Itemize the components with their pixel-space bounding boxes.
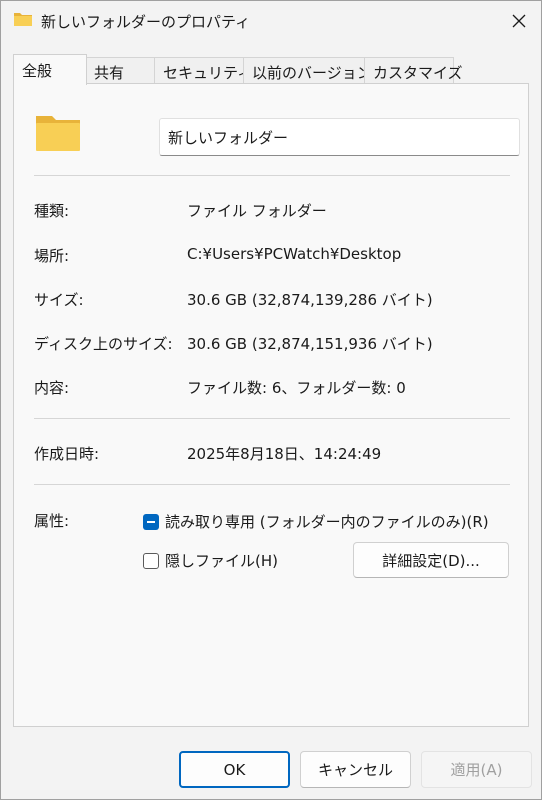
size-value: 30.6 GB (32,874,139,286 バイト) bbox=[187, 291, 433, 309]
tab-customize[interactable]: カスタマイズ bbox=[364, 57, 463, 84]
apply-button[interactable]: 適用(A) bbox=[421, 751, 532, 788]
title-bar: 新しいフォルダーのプロパティ bbox=[1, 1, 541, 43]
readonly-checkbox-label: 読み取り専用 (フォルダー内のファイルのみ)(R) bbox=[165, 513, 489, 531]
location-value: C:¥Users¥PCWatch¥Desktop bbox=[187, 245, 402, 263]
divider bbox=[34, 484, 510, 485]
type-value: ファイル フォルダー bbox=[187, 202, 327, 220]
contents-value: ファイル数: 6、フォルダー数: 0 bbox=[187, 379, 406, 397]
folder-icon bbox=[36, 116, 80, 151]
general-panel: 種類: ファイル フォルダー 場所: C:¥Users¥PCWatch¥Desk… bbox=[13, 83, 529, 727]
created-label: 作成日時: bbox=[34, 445, 100, 463]
folder-name-input[interactable] bbox=[159, 118, 520, 156]
cancel-button[interactable]: キャンセル bbox=[300, 751, 411, 788]
disk-size-value: 30.6 GB (32,874,151,936 バイト) bbox=[187, 335, 433, 353]
hidden-checkbox[interactable]: 隠しファイル(H) bbox=[143, 550, 278, 571]
type-label: 種類: bbox=[34, 202, 70, 220]
tab-security[interactable]: セキュリティ bbox=[154, 57, 252, 84]
tab-strip: 全般 共有 セキュリティ 以前のバージョン カスタマイズ bbox=[13, 54, 533, 85]
tab-previous-versions[interactable]: 以前のバージョン bbox=[243, 57, 372, 84]
divider bbox=[34, 418, 510, 419]
checkbox-indeterminate-icon[interactable] bbox=[143, 513, 159, 530]
size-label: サイズ: bbox=[34, 291, 84, 309]
folder-icon bbox=[14, 13, 32, 26]
checkbox-unchecked-icon[interactable] bbox=[143, 552, 159, 569]
close-icon bbox=[512, 14, 526, 28]
advanced-button[interactable]: 詳細設定(D)... bbox=[353, 542, 509, 578]
disk-size-label: ディスク上のサイズ: bbox=[34, 335, 173, 353]
contents-label: 内容: bbox=[34, 379, 70, 397]
attributes-label: 属性: bbox=[34, 512, 70, 530]
properties-dialog: 新しいフォルダーのプロパティ 全般 共有 セキュリティ 以前のバージョン カスタ… bbox=[0, 0, 542, 800]
tab-general[interactable]: 全般 bbox=[13, 54, 87, 85]
created-value: 2025年8月18日、14:24:49 bbox=[187, 445, 382, 463]
tab-sharing[interactable]: 共有 bbox=[85, 57, 155, 84]
window-title: 新しいフォルダーのプロパティ bbox=[41, 13, 251, 31]
ok-button[interactable]: OK bbox=[179, 751, 290, 788]
divider bbox=[34, 175, 510, 176]
readonly-checkbox[interactable]: 読み取り専用 (フォルダー内のファイルのみ)(R) bbox=[143, 511, 489, 532]
hidden-checkbox-label: 隠しファイル(H) bbox=[165, 552, 278, 570]
location-label: 場所: bbox=[34, 247, 70, 265]
close-button[interactable] bbox=[497, 1, 541, 41]
